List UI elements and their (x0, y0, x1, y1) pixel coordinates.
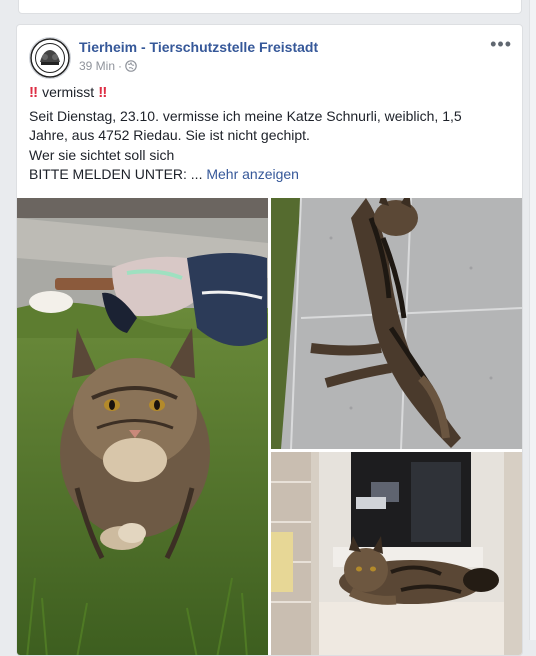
more-options-icon[interactable]: ••• (490, 35, 512, 53)
body-line: Seit Dienstag, 23.10. vermisse ich meine… (29, 107, 462, 124)
double-exclamation-icon: ‼ (29, 84, 39, 101)
body-line: Jahre, aus 4752 Riedau. Sie ist nicht ge… (29, 127, 310, 143)
meta-separator: · (118, 59, 123, 73)
post-headline: ‼ vermisst ‼ (29, 83, 509, 103)
page-name-link[interactable]: Tierheim - Tierschutzstelle Freistadt (79, 39, 318, 55)
cat-on-windowsill-photo[interactable] (271, 452, 522, 655)
see-more-link[interactable]: Mehr anzeigen (206, 166, 299, 182)
post-message: ‼ vermisst ‼ Seit Dienstag, 23.10. vermi… (29, 83, 509, 185)
scrollbar-track[interactable] (529, 0, 536, 640)
post-meta: 39 Min · (79, 59, 137, 73)
body-line-text: BITTE MELDEN UNTER: ... (29, 166, 203, 182)
post-card: Tierheim - Tierschutzstelle Freistadt 39… (16, 24, 523, 656)
photo-grid (17, 198, 522, 655)
post-timestamp[interactable]: 39 Min (79, 59, 115, 73)
headline-text: vermisst (42, 84, 95, 100)
cat-in-grass-photo[interactable] (17, 198, 268, 655)
body-line-last: BITTE MELDEN UNTER: ... Mehr anzeigen (29, 165, 509, 185)
globe-icon[interactable] (125, 60, 137, 72)
cat-on-pavement-photo[interactable] (271, 198, 522, 449)
page-logo-avatar[interactable] (29, 37, 71, 79)
double-exclamation-icon: ‼ (98, 84, 108, 101)
body-line: Wer sie sichtet soll sich (29, 146, 175, 163)
post-header: Tierheim - Tierschutzstelle Freistadt 39… (29, 35, 512, 81)
previous-post-card (18, 0, 522, 14)
